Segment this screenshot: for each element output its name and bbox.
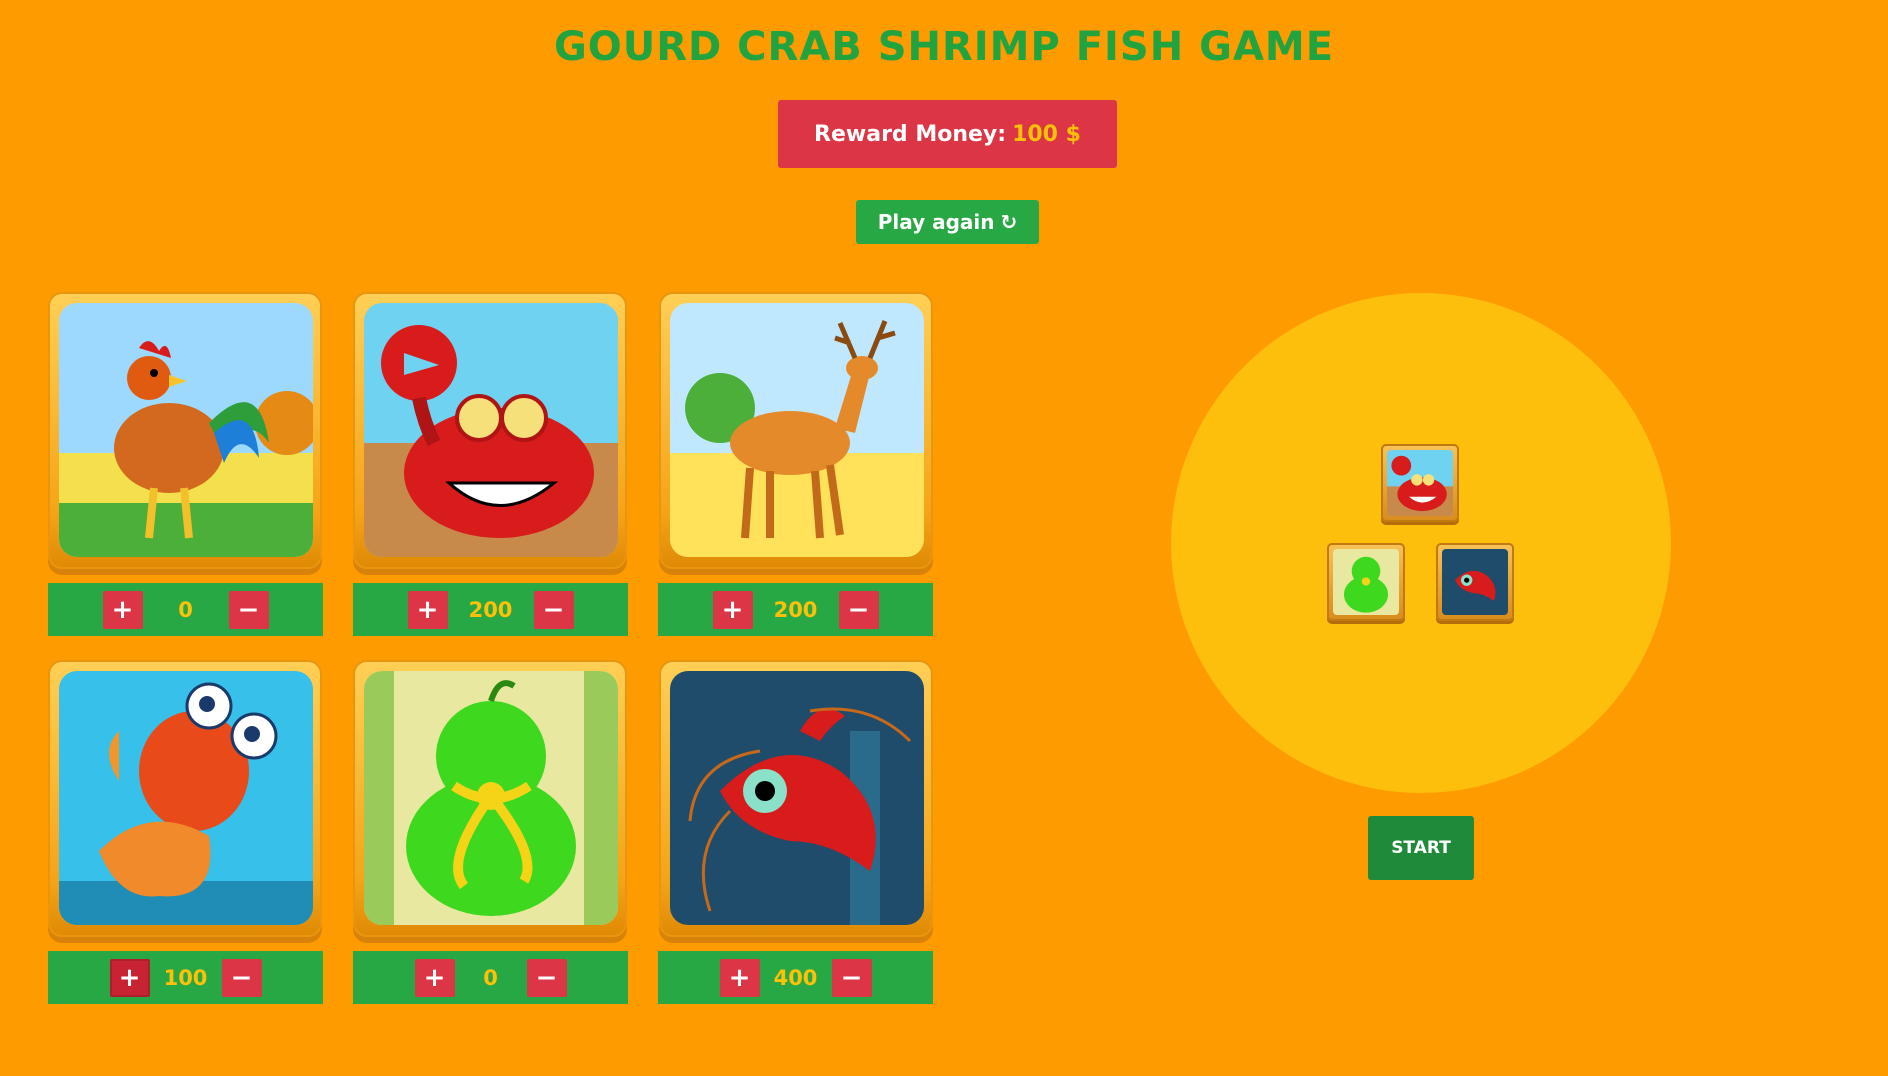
fish-bet-value: 100 xyxy=(163,965,208,990)
reward-money-banner: Reward Money: 100 $ xyxy=(778,100,1117,168)
shrimp-image xyxy=(670,671,924,925)
rooster-bet-value: 0 xyxy=(178,597,193,622)
crab-bet-value: 200 xyxy=(468,597,513,622)
shrimp-plus-button[interactable]: + xyxy=(719,958,760,997)
deer-bet-value: 200 xyxy=(773,597,818,622)
start-button[interactable]: START xyxy=(1368,816,1474,880)
deer-plus-button[interactable]: + xyxy=(712,590,753,629)
die-crab xyxy=(1381,444,1459,522)
dice-plate xyxy=(1171,293,1671,793)
card-rooster[interactable] xyxy=(48,292,322,569)
crab-image xyxy=(364,303,618,557)
game-title: GOURD CRAB SHRIMP FISH GAME xyxy=(553,24,1335,70)
die-crab-image xyxy=(1387,450,1453,516)
bet-control-deer: + 200 − xyxy=(658,583,933,636)
reward-amount: 100 $ xyxy=(1012,121,1081,147)
fish-image xyxy=(59,671,313,925)
rooster-image xyxy=(59,303,313,557)
play-again-button[interactable]: Play again ↻ xyxy=(856,200,1039,244)
die-shrimp xyxy=(1436,543,1514,621)
shrimp-bet-value: 400 xyxy=(773,965,818,990)
bet-control-fish: + 100 − xyxy=(48,951,323,1004)
fish-minus-button[interactable]: − xyxy=(221,958,262,997)
card-deer[interactable] xyxy=(659,292,933,569)
reward-label: Reward Money: xyxy=(814,121,1007,147)
bet-control-shrimp: + 400 − xyxy=(658,951,933,1004)
die-shrimp-image xyxy=(1442,549,1508,615)
gourd-image xyxy=(364,671,618,925)
rooster-minus-button[interactable]: − xyxy=(228,590,269,629)
card-gourd[interactable] xyxy=(353,660,627,937)
bet-control-crab: + 200 − xyxy=(353,583,628,636)
card-shrimp[interactable] xyxy=(659,660,933,937)
card-crab[interactable] xyxy=(353,292,627,569)
card-fish[interactable] xyxy=(48,660,322,937)
deer-minus-button[interactable]: − xyxy=(838,590,879,629)
die-gourd-image xyxy=(1333,549,1399,615)
gourd-plus-button[interactable]: + xyxy=(414,958,455,997)
crab-plus-button[interactable]: + xyxy=(407,590,448,629)
bet-control-gourd: + 0 − xyxy=(353,951,628,1004)
fish-plus-button[interactable]: + xyxy=(109,958,150,997)
deer-image xyxy=(670,303,924,557)
shrimp-minus-button[interactable]: − xyxy=(831,958,872,997)
gourd-minus-button[interactable]: − xyxy=(526,958,567,997)
rooster-plus-button[interactable]: + xyxy=(102,590,143,629)
play-again-label: Play again xyxy=(877,210,995,234)
gourd-bet-value: 0 xyxy=(483,965,498,990)
bet-control-rooster: + 0 − xyxy=(48,583,323,636)
crab-minus-button[interactable]: − xyxy=(533,590,574,629)
die-gourd xyxy=(1327,543,1405,621)
refresh-icon: ↻ xyxy=(1000,210,1018,234)
